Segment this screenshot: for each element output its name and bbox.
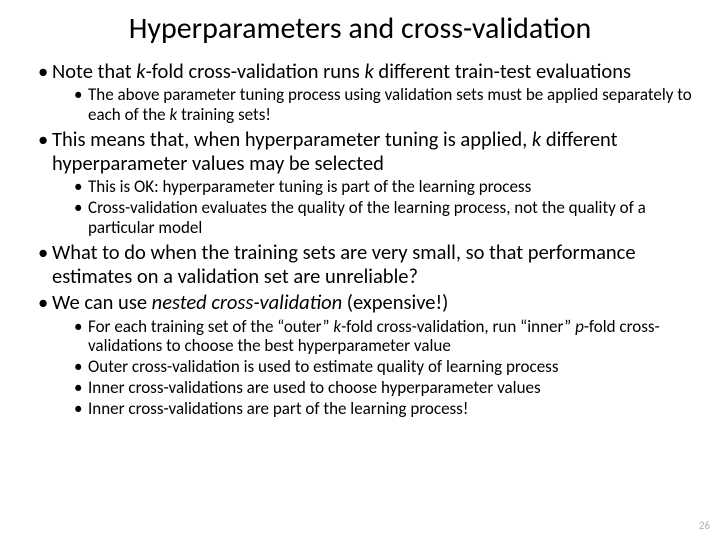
- var-k: k: [532, 126, 541, 152]
- bullet-list: Note that k-fold cross-validation runs k…: [28, 59, 692, 419]
- bullet-4-1: For each training set of the “outer” k-f…: [74, 317, 692, 357]
- bullet-1-1: The above parameter tuning process using…: [74, 85, 692, 125]
- text: For each training set of the “outer”: [88, 316, 333, 337]
- var-p: p: [575, 316, 584, 337]
- text: This means that, when hyperparameter tun…: [52, 126, 532, 152]
- page-number: 26: [699, 519, 710, 532]
- bullet-4-3: Inner cross-validations are used to choo…: [74, 378, 692, 398]
- text: We can use: [52, 289, 152, 315]
- bullet-3: What to do when the training sets are ve…: [38, 240, 692, 288]
- text: Note that: [52, 58, 136, 84]
- bullet-2: This means that, when hyperparameter tun…: [38, 127, 692, 238]
- bullet-2-2: Cross-validation evaluates the quality o…: [74, 198, 692, 238]
- var-k: k: [364, 58, 373, 84]
- text: different train-test evaluations: [374, 58, 631, 84]
- em-nested: nested cross-validation: [152, 289, 342, 315]
- slide-title: Hyperparameters and cross-validation: [48, 10, 672, 47]
- sub-list: For each training set of the “outer” k-f…: [52, 317, 692, 419]
- text: -fold cross-validation, run “inner”: [341, 316, 575, 337]
- var-k: k: [136, 58, 145, 84]
- sub-list: The above parameter tuning process using…: [52, 85, 692, 125]
- var-k: k: [333, 316, 341, 337]
- text: -fold cross-validation runs: [146, 58, 365, 84]
- bullet-2-1: This is OK: hyperparameter tuning is par…: [74, 177, 692, 197]
- text: (expensive!): [342, 289, 448, 315]
- bullet-1: Note that k-fold cross-validation runs k…: [38, 59, 692, 125]
- sub-list: This is OK: hyperparameter tuning is par…: [52, 177, 692, 238]
- bullet-4-4: Inner cross-validations are part of the …: [74, 399, 692, 419]
- bullet-4-2: Outer cross-validation is used to estima…: [74, 357, 692, 377]
- text: training sets!: [177, 104, 271, 125]
- bullet-4: We can use nested cross-validation (expe…: [38, 290, 692, 419]
